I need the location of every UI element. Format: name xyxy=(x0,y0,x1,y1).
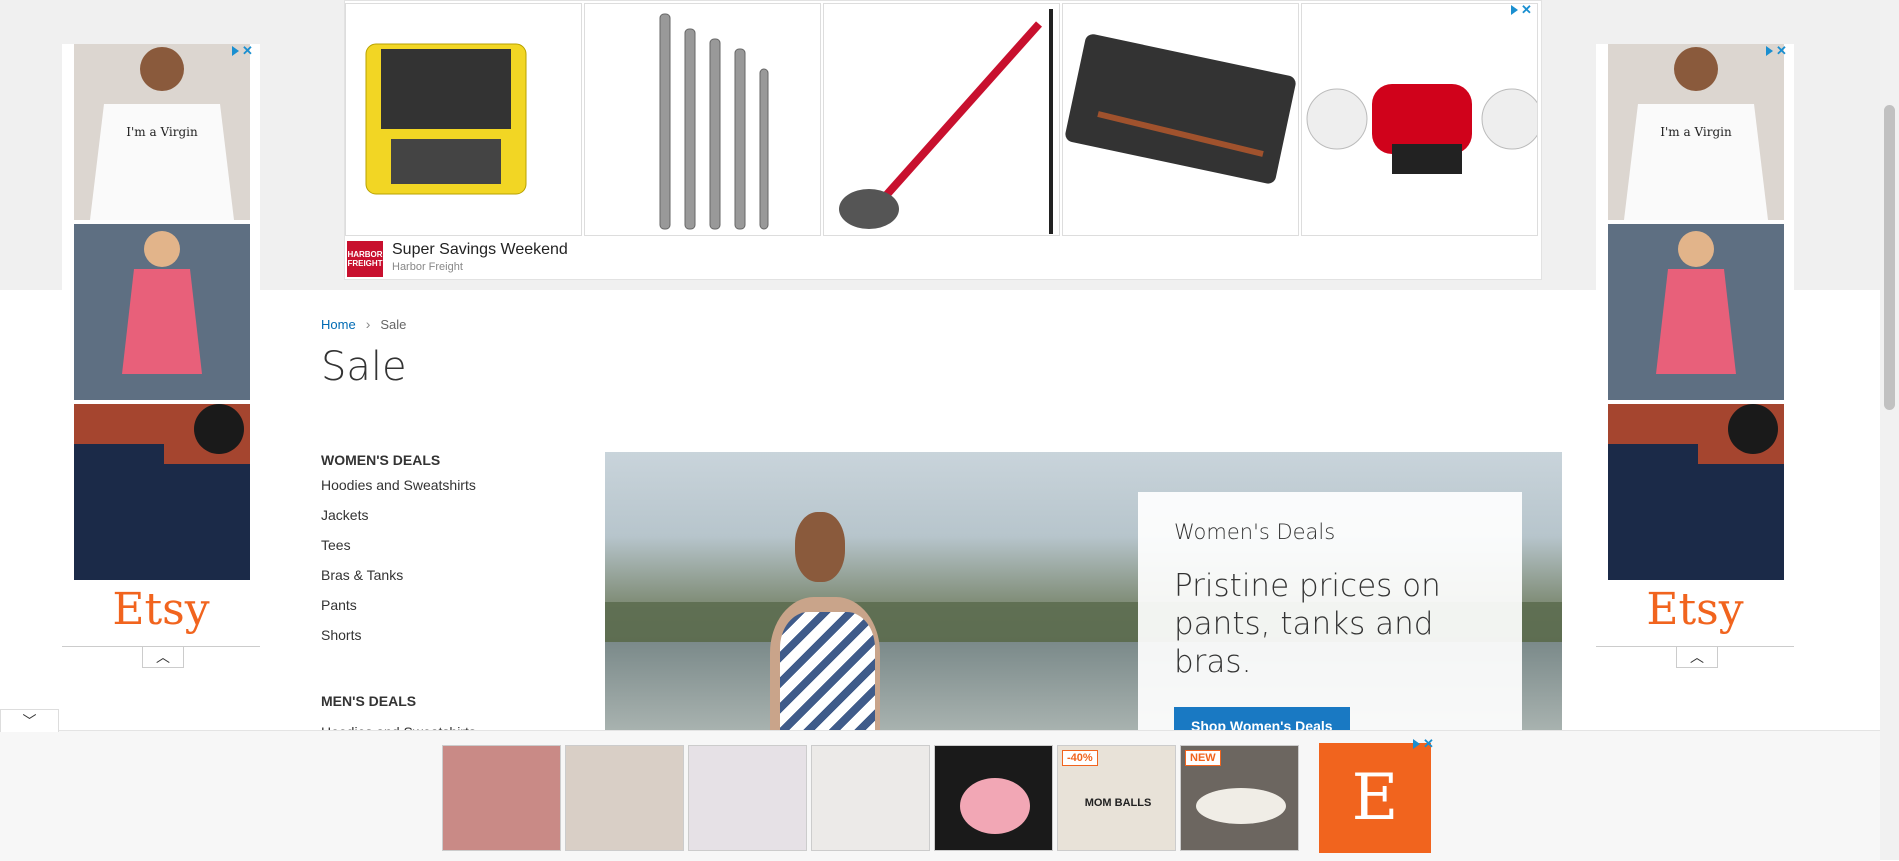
womens-deals-hero[interactable]: Women's Deals Pristine prices on pants, … xyxy=(605,452,1562,732)
ad-thumb-3[interactable] xyxy=(688,745,807,851)
close-ad-icon[interactable]: ✕ xyxy=(1521,3,1532,16)
scrollbar-thumb[interactable] xyxy=(1884,105,1895,410)
hero-runner-top xyxy=(780,612,875,732)
shirt-text: I'm a Virgin xyxy=(126,125,198,139)
sticky-bottom-ad[interactable]: ﹀ -40% MOM BALLS NEW E ✕ xyxy=(0,709,1880,861)
nav-item-bras-tanks[interactable]: Bras & Tanks xyxy=(321,567,571,597)
ad-item-tshirt[interactable]: I'm a Virgin xyxy=(74,44,250,220)
shop-womens-deals-button[interactable]: Shop Women's Deals xyxy=(1174,707,1350,732)
hero-headline: Pristine prices on pants, tanks and bras… xyxy=(1174,568,1441,680)
discount-badge: -40% xyxy=(1062,750,1098,766)
page-title: Sale xyxy=(321,344,407,390)
ad-product-bench-buffer[interactable] xyxy=(1301,3,1538,236)
close-ad-icon[interactable]: ✕ xyxy=(242,44,253,57)
hero-runner xyxy=(795,512,845,582)
adchoices-icon[interactable] xyxy=(1766,46,1773,56)
hero-kicker: Women's Deals xyxy=(1174,520,1336,544)
ad-product-tiles xyxy=(345,3,1538,236)
chevron-up-icon: ︿ xyxy=(1690,649,1704,665)
nav-heading-mens-deals[interactable]: MEN'S DEALS xyxy=(321,693,416,709)
page-scrollbar[interactable] xyxy=(1880,0,1899,860)
chevron-right-icon: › xyxy=(365,316,371,332)
breadcrumb-home-link[interactable]: Home xyxy=(321,317,356,332)
nav-item-pants[interactable]: Pants xyxy=(321,597,571,627)
etsy-logo[interactable]: Etsy xyxy=(62,584,260,635)
ad-thumb-5[interactable] xyxy=(934,745,1053,851)
ad-thumb-2[interactable] xyxy=(565,745,684,851)
adchoices-control[interactable]: ✕ xyxy=(1766,44,1792,58)
adchoices-icon[interactable] xyxy=(1511,5,1518,15)
adchoices-control[interactable]: ✕ xyxy=(232,44,258,58)
ad-product-yellow-case[interactable] xyxy=(345,3,582,236)
ad-product-drywall-sander[interactable] xyxy=(823,3,1060,236)
close-ad-icon[interactable]: ✕ xyxy=(1776,44,1787,57)
ad-item-tshirt[interactable]: I'm a Virgin xyxy=(1608,44,1784,220)
ad-item-dress[interactable] xyxy=(74,224,250,400)
left-side-ad[interactable]: I'm a Virgin Etsy ︿ ✕ xyxy=(62,44,260,668)
adchoices-control[interactable]: ✕ xyxy=(1413,737,1439,751)
collapse-ad-button[interactable]: ︿ xyxy=(142,647,184,668)
ad-item-dress[interactable] xyxy=(1608,224,1784,400)
right-side-ad[interactable]: I'm a Virgin Etsy ︿ ✕ xyxy=(1596,44,1794,668)
ad-thumb-6[interactable]: -40% MOM BALLS xyxy=(1057,745,1176,851)
top-banner-ad[interactable]: HARBOR FREIGHT Super Savings Weekend Har… xyxy=(344,0,1542,280)
category-nav: WOMEN'S DEALS Hoodies and Sweatshirts Ja… xyxy=(321,452,571,740)
etsy-logo[interactable]: Etsy xyxy=(1596,584,1794,635)
breadcrumb-current: Sale xyxy=(380,316,407,332)
ad-thumb-4[interactable] xyxy=(811,745,930,851)
thumb-shirt-text: MOM BALLS xyxy=(1085,797,1152,809)
nav-item-jackets[interactable]: Jackets xyxy=(321,507,571,537)
adchoices-icon[interactable] xyxy=(232,46,239,56)
ad-thumbnails: -40% MOM BALLS NEW xyxy=(442,745,1299,851)
chevron-down-icon: ﹀ xyxy=(22,713,37,729)
hero-card: Women's Deals Pristine prices on pants, … xyxy=(1138,492,1522,732)
nav-item-shorts[interactable]: Shorts xyxy=(321,627,571,657)
ad-item-wv-shirt[interactable] xyxy=(1608,404,1784,580)
adchoices-icon[interactable] xyxy=(1413,739,1420,749)
breadcrumb: Home › Sale xyxy=(321,316,406,332)
ad-advertiser: Harbor Freight xyxy=(392,261,463,273)
etsy-e-logo[interactable]: E xyxy=(1319,743,1431,853)
ad-product-wrenches[interactable] xyxy=(584,3,821,236)
close-ad-icon[interactable]: ✕ xyxy=(1423,737,1434,750)
ad-headline[interactable]: Super Savings Weekend xyxy=(392,241,568,259)
harbor-freight-logo[interactable]: HARBOR FREIGHT xyxy=(347,241,383,277)
shirt-text: I'm a Virgin xyxy=(1660,125,1732,139)
new-badge: NEW xyxy=(1185,750,1221,766)
ad-thumb-1[interactable] xyxy=(442,745,561,851)
ad-product-rifle-case[interactable] xyxy=(1062,3,1299,236)
nav-item-tees[interactable]: Tees xyxy=(321,537,571,567)
collapse-ad-button[interactable]: ︿ xyxy=(1676,647,1718,668)
nav-heading-womens-deals[interactable]: WOMEN'S DEALS xyxy=(321,452,571,468)
adchoices-control[interactable]: ✕ xyxy=(1511,3,1537,17)
collapse-sticky-ad-button[interactable]: ﹀ xyxy=(0,709,59,732)
nav-item-hoodies[interactable]: Hoodies and Sweatshirts xyxy=(321,477,571,507)
ad-item-wv-shirt[interactable] xyxy=(74,404,250,580)
chevron-up-icon: ︿ xyxy=(156,649,170,665)
ad-thumb-7[interactable]: NEW xyxy=(1180,745,1299,851)
